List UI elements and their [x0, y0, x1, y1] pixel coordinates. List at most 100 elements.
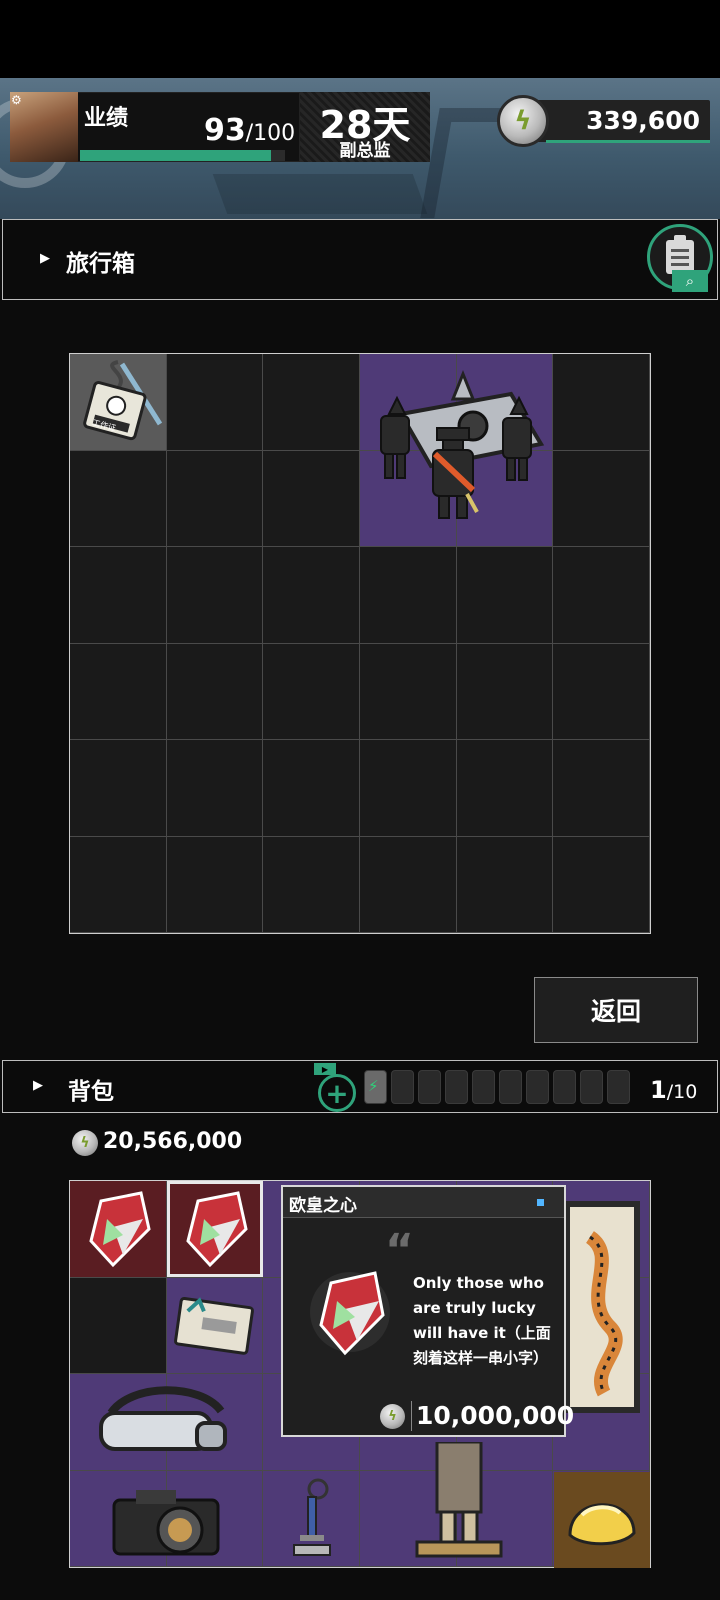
suitcase-cell[interactable]	[263, 643, 360, 740]
slot-count: 1/10	[650, 1076, 697, 1104]
suitcase-cell[interactable]	[263, 547, 360, 644]
performance-progress-bar	[80, 150, 285, 161]
item-tooltip: 欧皇之心 “ Only those who are truly lucky wi…	[281, 1185, 574, 1437]
suitcase-cell[interactable]	[553, 836, 650, 933]
suitcase-cell[interactable]	[70, 643, 167, 740]
tooltip-description: Only those who are truly lucky will have…	[413, 1274, 551, 1367]
performance-progress-fill	[80, 150, 271, 161]
suitcase-cell[interactable]	[553, 354, 650, 451]
backpack-cell[interactable]	[70, 1277, 167, 1374]
suitcase-cell[interactable]	[166, 450, 264, 547]
work-badge-item[interactable]: 工作证	[70, 354, 166, 450]
suitcase-cell[interactable]	[166, 547, 264, 644]
video-ad-icon: ▶	[314, 1063, 336, 1075]
camera-item[interactable]	[70, 1472, 262, 1568]
battery-slot-icon	[607, 1070, 630, 1104]
tooltip-header: 欧皇之心	[283, 1187, 564, 1218]
suitcase-cell[interactable]	[553, 740, 650, 837]
suitcase-cell[interactable]	[553, 547, 650, 644]
ticket-icon	[174, 1296, 254, 1355]
coffin-dance-icon	[380, 369, 545, 519]
work-badge-icon	[83, 360, 163, 441]
add-slot-button[interactable]: +	[318, 1074, 356, 1112]
suitcase-cell[interactable]	[456, 547, 554, 644]
battery-slot-icon	[364, 1070, 387, 1104]
suitcase-cell[interactable]	[70, 547, 167, 644]
tiger-painting-icon	[564, 1201, 640, 1413]
suitcase-cell[interactable]	[359, 643, 457, 740]
suitcase-cell[interactable]	[166, 740, 264, 837]
battery-slot-icon	[445, 1070, 468, 1104]
suitcase-cell[interactable]	[359, 836, 457, 933]
return-button[interactable]: 返回	[534, 977, 698, 1043]
currency-value: 339,600	[586, 106, 700, 135]
battery-slot-icon	[580, 1070, 603, 1104]
suitcase-cell[interactable]	[263, 354, 360, 451]
sword-icon	[293, 1478, 331, 1556]
camera-icon	[112, 1490, 220, 1556]
suitcase-cell[interactable]	[553, 643, 650, 740]
suitcase-cell[interactable]	[166, 836, 264, 933]
suitcase-cell[interactable]	[456, 836, 554, 933]
suitcase-cell[interactable]	[359, 547, 457, 644]
status-bar	[0, 0, 720, 78]
performance-current: 93	[204, 113, 246, 148]
expand-arrow-icon: ▶	[33, 1078, 43, 1093]
clipboard-icon	[666, 235, 694, 274]
expand-arrow-icon: ▶	[40, 251, 50, 266]
lucky-heart-gem-item[interactable]	[167, 1181, 263, 1277]
coffin-dance-figure-item[interactable]	[361, 354, 553, 546]
statue-icon	[415, 1442, 503, 1558]
lightning-coin-icon: ϟ	[380, 1404, 405, 1429]
rarity-dot-icon	[537, 1199, 544, 1206]
gold-bun-item[interactable]	[554, 1472, 650, 1568]
lucky-heart-gem-item[interactable]	[70, 1181, 166, 1277]
banner-decoration	[212, 174, 428, 214]
suitcase-title: 旅行箱	[66, 251, 135, 277]
suitcase-cell[interactable]	[70, 836, 167, 933]
suitcase-header[interactable]: ▶ 旅行箱	[2, 219, 718, 300]
gem-icon	[89, 1191, 151, 1268]
suitcase-cell[interactable]	[263, 836, 360, 933]
suitcase-cell[interactable]	[456, 740, 554, 837]
battery-slot-icon	[472, 1070, 495, 1104]
suitcase-cell[interactable]	[263, 450, 360, 547]
performance-label: 业绩	[84, 106, 129, 131]
suitcase-cell[interactable]	[263, 740, 360, 837]
suitcase-cell[interactable]	[70, 740, 167, 837]
suitcase-cell[interactable]	[70, 450, 167, 547]
suitcase-cell[interactable]	[166, 643, 264, 740]
search-icon: ⌕	[672, 270, 708, 292]
vr-headset-item[interactable]	[70, 1375, 262, 1471]
battery-slot-icon	[418, 1070, 441, 1104]
tooltip-title: 欧皇之心	[289, 1196, 357, 1216]
battery-slot-icon	[499, 1070, 522, 1104]
statue-item[interactable]	[361, 1436, 553, 1568]
backpack-title: 背包	[68, 1079, 114, 1105]
suitcase-cell[interactable]	[166, 354, 264, 451]
suitcase-cell[interactable]	[456, 643, 554, 740]
tiger-painting-item[interactable]	[554, 1181, 650, 1433]
rank-label: 副总监	[339, 141, 391, 161]
gold-bun-icon	[568, 1503, 636, 1546]
currency-underline	[546, 140, 710, 143]
tooltip-price: 10,000,000	[416, 1401, 575, 1430]
battery-slot-icon	[526, 1070, 549, 1104]
lightning-coin-icon: ϟ	[497, 95, 549, 147]
ticket-card-item[interactable]	[167, 1278, 263, 1374]
price-divider	[411, 1401, 412, 1431]
gem-icon	[186, 1191, 248, 1268]
settings-gear-icon[interactable]: ⚙	[11, 93, 22, 107]
gem-icon	[310, 1271, 390, 1356]
slot-count-max: /10	[666, 1081, 698, 1103]
battery-slot-icon	[391, 1070, 414, 1104]
sword-keychain-item[interactable]	[264, 1472, 360, 1568]
suitcase-cell[interactable]	[359, 740, 457, 837]
suitcase-cell[interactable]	[553, 450, 650, 547]
backpack-total-value: 20,566,000	[103, 1129, 243, 1154]
battery-slot-icon	[553, 1070, 576, 1104]
performance-value: 93/100	[204, 113, 295, 148]
lightning-coin-icon: ϟ	[72, 1130, 98, 1156]
performance-max: /100	[245, 121, 296, 146]
slot-count-current: 1	[650, 1076, 667, 1104]
